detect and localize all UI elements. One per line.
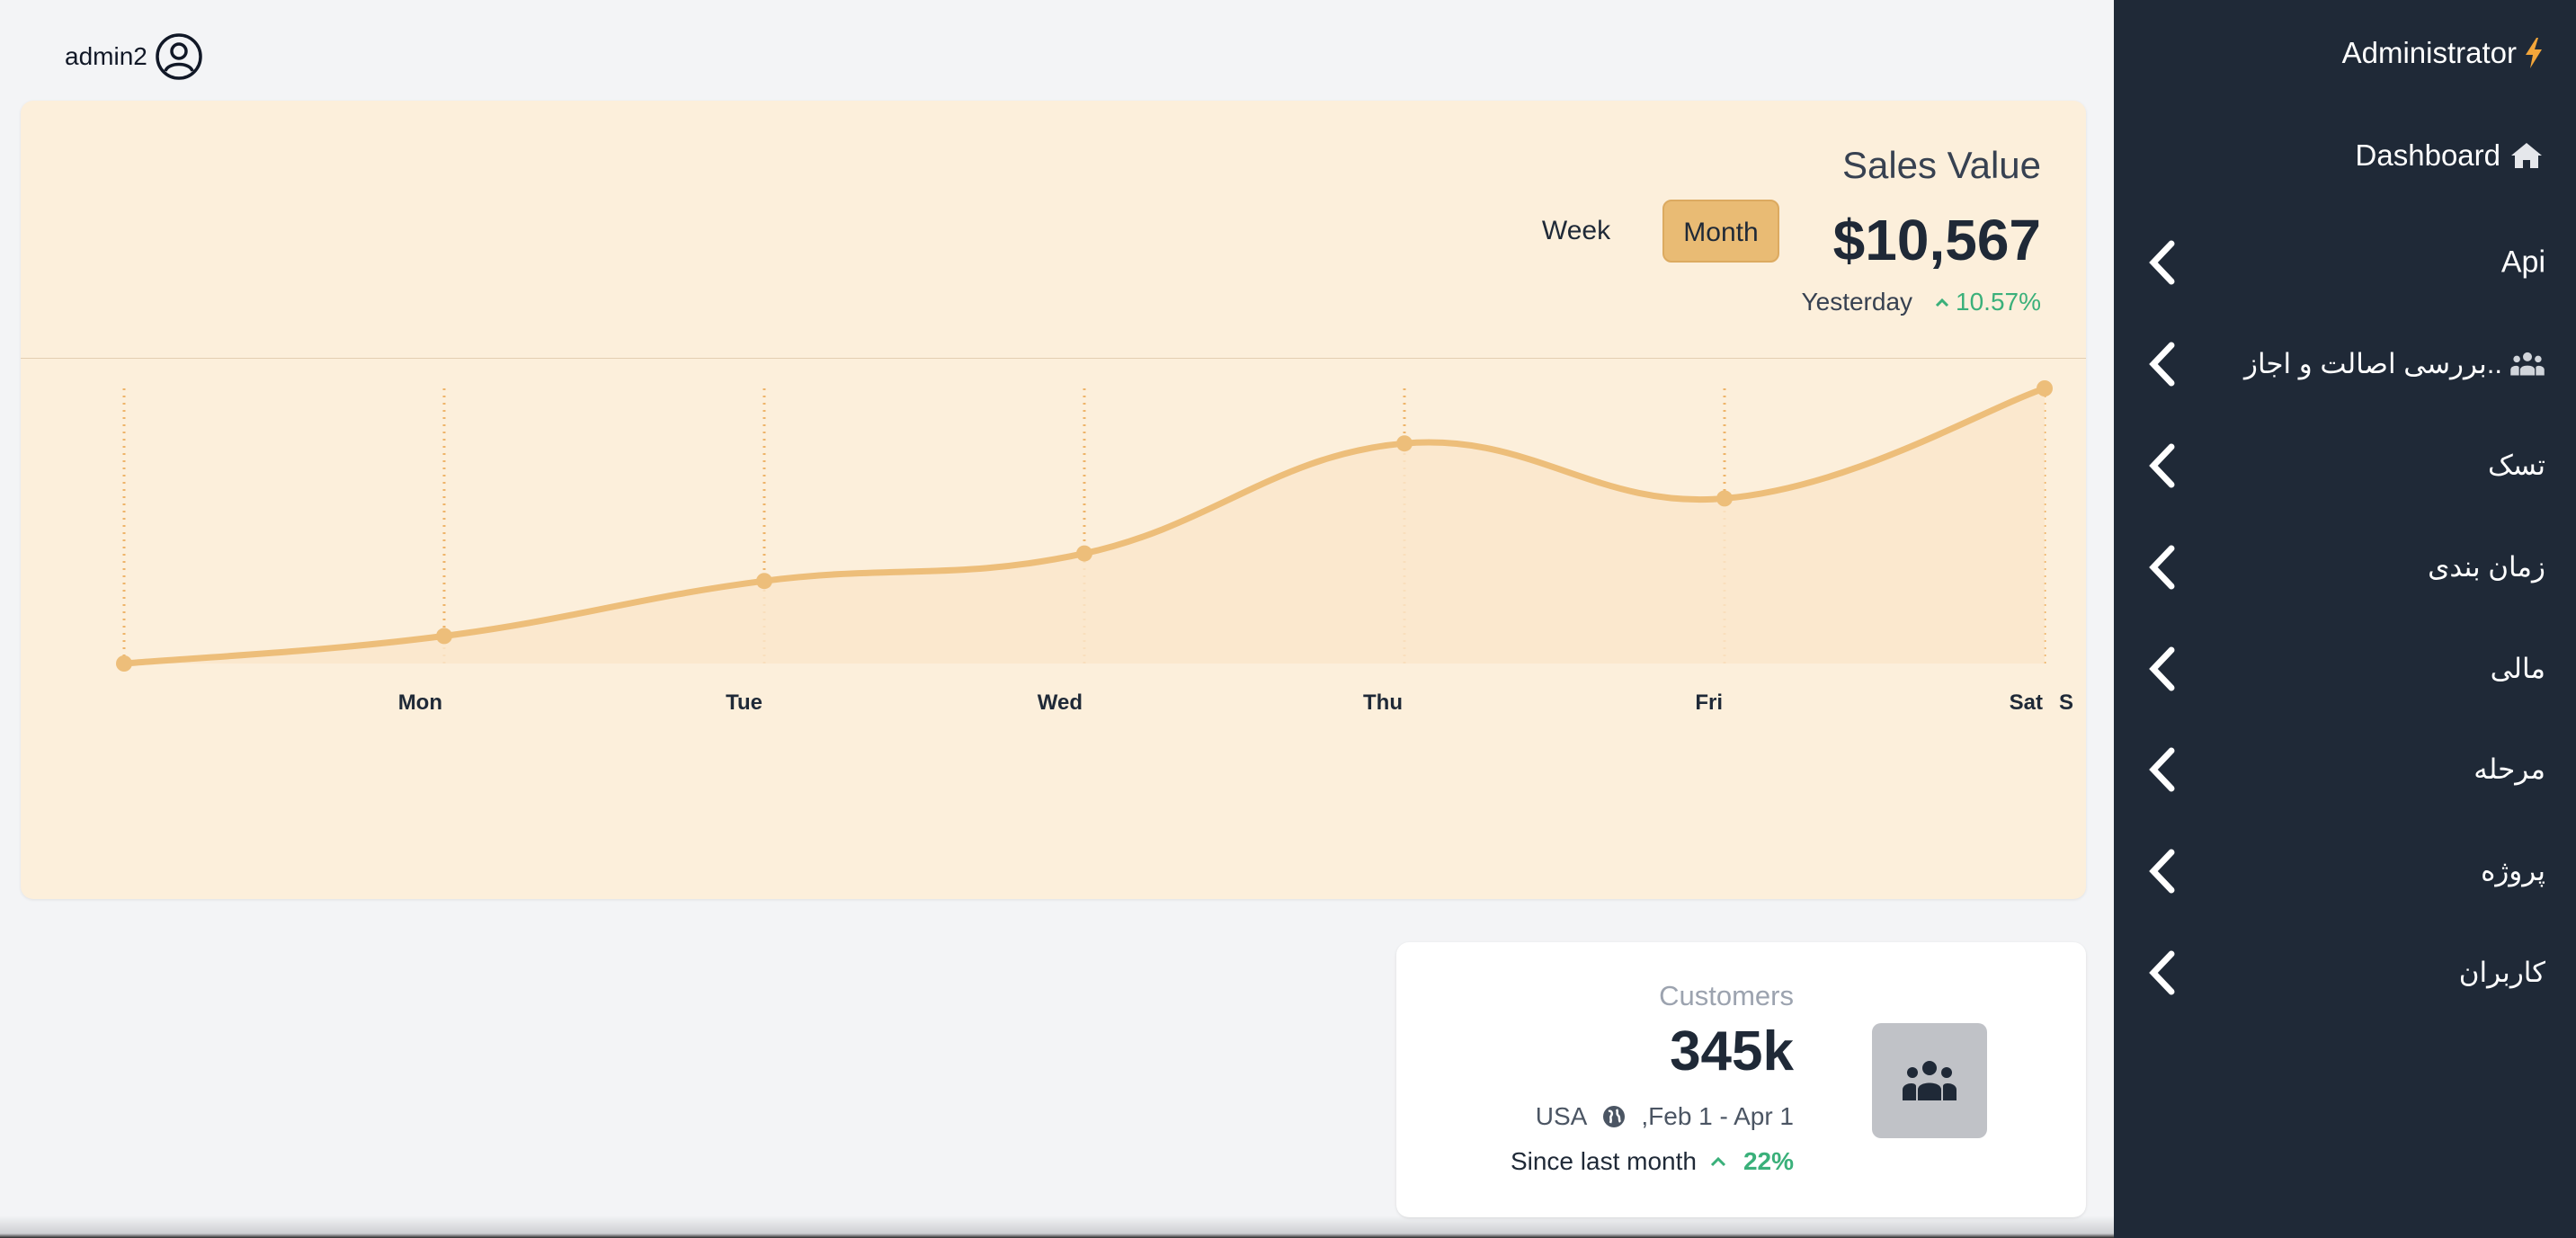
customers-location: USA: [1535, 1102, 1588, 1130]
sidebar-item-label: مرحله: [2473, 753, 2545, 785]
bottom-edge: [0, 1216, 2114, 1238]
sidebar-brand[interactable]: Administrator: [2342, 36, 2544, 70]
sidebar: Administrator Dashboard Api بررسی اصالت …: [2114, 0, 2576, 1238]
sidebar-item-api[interactable]: Api: [2114, 222, 2576, 303]
sales-value: $10,567: [1832, 208, 2041, 272]
sidebar-item-label-wrap: بررسی اصالت و اجاز..: [2244, 348, 2545, 380]
dashboard-label: Dashboard: [2355, 138, 2500, 172]
chevron-left-icon: [2149, 747, 2175, 792]
chevron-left-icon: [2149, 646, 2175, 691]
data-point: [436, 628, 452, 645]
sidebar-item-label: تسک: [2487, 450, 2545, 481]
week-button[interactable]: Week: [1522, 200, 1630, 263]
chevron-left-icon: [2149, 950, 2175, 995]
x-tick-label: Tue: [726, 690, 762, 715]
user-menu[interactable]: admin2: [65, 32, 203, 81]
chevron-left-icon: [2149, 443, 2175, 488]
data-point: [1076, 545, 1092, 562]
sales-change: 10.57%: [1934, 288, 2041, 316]
brand-label: Administrator: [2341, 36, 2517, 69]
x-tick-label: Mon: [398, 690, 442, 715]
customers-range: USA ,Feb 1 - Apr 1: [1536, 1102, 1794, 1131]
home-icon: [2511, 143, 2542, 168]
sidebar-item-label: کاربران: [2458, 957, 2545, 988]
sidebar-item-authenticity[interactable]: بررسی اصالت و اجاز..: [2114, 324, 2576, 405]
globe-icon: [1603, 1106, 1626, 1127]
sidebar-item-label: زمان بندی: [2428, 551, 2545, 583]
sales-change-row: Yesterday 10.57%: [1802, 288, 2041, 316]
users-icon: [1903, 1061, 1957, 1100]
x-tick-label: Sat: [2010, 690, 2043, 715]
chevron-left-icon: [2149, 545, 2175, 590]
sales-title: Sales Value: [1841, 144, 2041, 186]
sales-chart: Mon Tue Wed Thu Fri Sat S: [116, 380, 2073, 715]
customers-icon-box: [1872, 1023, 1987, 1138]
users-icon: [2510, 352, 2545, 376]
x-tick-label: S: [2059, 690, 2073, 715]
customers-value: 345k: [1670, 1020, 1794, 1082]
sidebar-item-scheduling[interactable]: زمان بندی: [2114, 527, 2576, 608]
x-tick-label: Wed: [1038, 690, 1083, 715]
since-label: Since last month: [1510, 1147, 1697, 1175]
customers-card: Customers 345k USA ,Feb 1 - Apr 1 Since …: [1396, 942, 2086, 1217]
user-circle-icon[interactable]: [155, 32, 203, 81]
data-point: [116, 655, 132, 672]
chevron-up-icon: [1935, 298, 1949, 307]
customers-date-range: ,Feb 1 - Apr 1: [1641, 1102, 1794, 1130]
sidebar-item-tasks[interactable]: تسک: [2114, 425, 2576, 506]
bolt-icon: [2526, 38, 2542, 68]
data-point: [1716, 490, 1733, 507]
chevron-left-icon: [2149, 849, 2175, 894]
month-button[interactable]: Month: [1662, 200, 1779, 263]
sidebar-item-project[interactable]: پروژه: [2114, 831, 2576, 912]
chevron-left-icon: [2149, 342, 2175, 387]
yesterday-label: Yesterday: [1801, 288, 1913, 316]
chevron-up-icon: [1710, 1156, 1726, 1167]
sidebar-item-label: بررسی اصالت و اجاز..: [2243, 348, 2502, 379]
sidebar-item-dashboard[interactable]: Dashboard: [2356, 138, 2544, 173]
sidebar-item-label: Api: [2500, 245, 2545, 280]
sales-change-value: 10.57%: [1956, 288, 2041, 316]
data-point: [756, 573, 772, 590]
customers-label: Customers: [1659, 980, 1794, 1011]
sidebar-item-label: مالی: [2490, 653, 2545, 684]
customers-change: 22%: [1709, 1147, 1794, 1176]
sidebar-item-financial[interactable]: مالی: [2114, 628, 2576, 709]
data-point: [2037, 380, 2053, 396]
data-point: [1396, 435, 1413, 452]
sidebar-item-users[interactable]: کاربران: [2114, 932, 2576, 1013]
chevron-left-icon: [2149, 240, 2175, 285]
username: admin2: [65, 42, 147, 70]
x-tick-label: Thu: [1363, 690, 1403, 715]
customers-since: Since last month 22%: [1511, 1147, 1794, 1176]
sidebar-item-stage[interactable]: مرحله: [2114, 729, 2576, 810]
customers-change-value: 22%: [1743, 1147, 1794, 1175]
sales-value-card: Sales Value Week Month $10,567 Yesterday…: [21, 101, 2086, 899]
sidebar-item-label: پروژه: [2481, 855, 2545, 886]
x-tick-label: Fri: [1695, 690, 1723, 715]
